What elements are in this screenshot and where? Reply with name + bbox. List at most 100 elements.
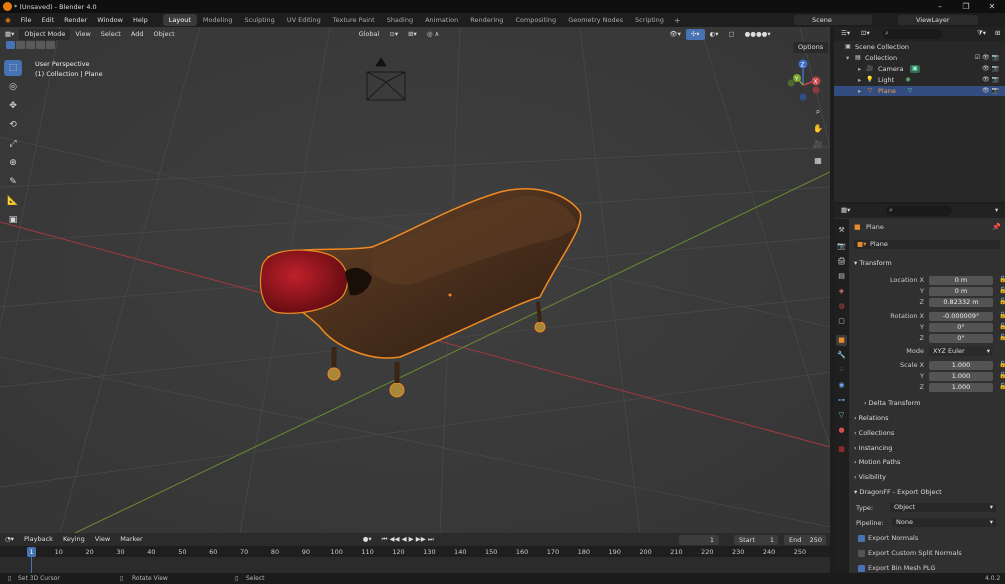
options-button[interactable]: Options (793, 42, 829, 53)
scale-y-field[interactable]: 1.000 (929, 372, 993, 381)
scale-tool-icon[interactable]: ⤢ (4, 136, 22, 152)
scale-x-field[interactable]: 1.000 (929, 361, 993, 370)
shading-mode-icons[interactable]: ●●●●▾ (740, 29, 776, 40)
editor-type-icon[interactable]: ▦▾ (0, 29, 19, 40)
tab-animation[interactable]: Animation (419, 14, 464, 26)
menu-render[interactable]: Render (59, 16, 92, 24)
pin-icon[interactable]: 📌 (992, 223, 1001, 231)
view-layer-selector[interactable]: ViewLayer (898, 15, 978, 25)
tab-shading[interactable]: Shading (381, 14, 419, 26)
lock-icon[interactable]: 🔓 (999, 276, 1005, 283)
lock-icon[interactable]: 🔓 (999, 298, 1005, 305)
delta-transform-panel[interactable]: › Delta Transform (864, 399, 920, 407)
rotation-x-field[interactable]: -0.000009° (929, 312, 993, 321)
dragonff-panel-header[interactable]: ▾ DragonFF - Export Object (854, 488, 942, 496)
start-frame-field[interactable]: Start 1 (734, 535, 778, 545)
collection-tab-icon[interactable]: ▢ (836, 316, 847, 327)
proportional-edit-icon[interactable]: ◎ ∧ (422, 29, 445, 40)
playhead[interactable]: 1 (27, 547, 36, 557)
filter-icon[interactable]: ⧩▾ (972, 28, 991, 39)
rotate-tool-icon[interactable]: ⟲ (4, 117, 22, 133)
collections-panel[interactable]: › Collections (854, 429, 894, 437)
snap-icon[interactable]: ⊞▾ (403, 29, 422, 40)
lock-icon[interactable]: 🔓 (999, 383, 1005, 390)
relations-panel[interactable]: › Relations (854, 414, 889, 422)
expand-chevron-icon[interactable]: ▸ (858, 64, 861, 74)
measure-tool-icon[interactable]: 📐 (4, 193, 22, 209)
outliner-item-camera[interactable]: ▸ 🎥 Camera ▣ 👁 📷 (834, 64, 1005, 74)
lock-icon[interactable]: 🔓 (999, 361, 1005, 368)
expand-chevron-icon[interactable]: ▸ (858, 75, 861, 85)
export-binmesh-checkbox[interactable] (858, 565, 865, 572)
tab-layout[interactable]: Layout (162, 14, 197, 26)
menu-window[interactable]: Window (92, 16, 128, 24)
menu-edit[interactable]: Edit (37, 16, 60, 24)
pivot-icon[interactable]: ⊙▾ (384, 29, 403, 40)
camera-visibility-icons[interactable]: 👁 📷 (982, 64, 999, 74)
expand-chevron-icon[interactable]: ▸ (858, 86, 861, 96)
particles-tab-icon[interactable]: ⁘ (836, 365, 847, 376)
visibility-icon[interactable]: 👁▾ (664, 29, 686, 40)
orientation-selector[interactable]: Global (354, 29, 385, 40)
outliner-scene-collection[interactable]: ▣ Scene Collection (834, 42, 1005, 52)
close-icon[interactable]: ✕ (980, 0, 1004, 13)
lock-icon[interactable]: 🔓 (999, 372, 1005, 379)
outliner-editor-type-icon[interactable]: ☰▾ (836, 28, 855, 39)
object-tab-icon[interactable]: ■ (836, 335, 847, 346)
type-dropdown[interactable]: Object ▾ (890, 503, 996, 512)
add-workspace-icon[interactable]: + (670, 16, 685, 25)
material-tab-icon[interactable]: ● (836, 425, 847, 436)
cursor-tool-icon[interactable]: ◎ (4, 79, 22, 95)
properties-options-icon[interactable]: ▾ (990, 205, 1003, 216)
view-layer-tab-icon[interactable]: ▤ (836, 271, 847, 282)
new-collection-icon[interactable]: ⊞ (990, 28, 1005, 39)
outliner-item-plane[interactable]: ▸ ▽ Plane ▽ 👁 📷 (834, 86, 1005, 96)
outliner[interactable]: ☰▾ ⊡▾ ⌕ ⧩▾ ⊞ ▣ Scene Collection ▾ ▤ Coll… (834, 27, 1005, 202)
tab-sculpting[interactable]: Sculpting (238, 14, 280, 26)
location-x-field[interactable]: 0 m (929, 276, 993, 285)
tab-geometry-nodes[interactable]: Geometry Nodes (562, 14, 629, 26)
outliner-item-light[interactable]: ▸ 💡 Light ◉ 👁 📷 (834, 75, 1005, 85)
pan-hand-icon[interactable]: ✋ (811, 121, 825, 135)
menu-keying[interactable]: Keying (58, 534, 90, 545)
zoom-icon[interactable]: ⌕ (811, 105, 825, 119)
collection-visibility-icons[interactable]: ☑ 👁 📷 (975, 53, 999, 63)
playback-controls-icon[interactable]: ⏮ ◀◀ ◀ ▶ ▶▶ ⏭ (377, 534, 439, 545)
end-frame-field[interactable]: End 250 (784, 535, 826, 545)
visibility-panel[interactable]: › Visibility (854, 473, 886, 481)
properties-editor-type-icon[interactable]: ▦▾ (836, 205, 855, 216)
physics-tab-icon[interactable]: ◉ (836, 380, 847, 391)
plane-visibility-icons[interactable]: 👁 📷 (982, 86, 999, 96)
tab-compositing[interactable]: Compositing (509, 14, 562, 26)
xray-icon[interactable]: ▢ (723, 29, 739, 40)
object-name-field[interactable]: ■▾ Plane (854, 240, 1000, 249)
properties-search-input[interactable]: ⌕ (886, 206, 952, 216)
lock-icon[interactable]: 🔓 (999, 312, 1005, 319)
select-box-tool-icon[interactable]: ⬚ (4, 60, 22, 76)
lock-icon[interactable]: 🔓 (999, 323, 1005, 330)
overlay-toggle-icon[interactable]: ◐▾ (705, 29, 724, 40)
current-frame-field[interactable]: 1 (679, 535, 719, 545)
menu-select[interactable]: Select (96, 29, 126, 40)
blender-menu-icon[interactable]: ◉ (0, 16, 16, 24)
menu-help[interactable]: Help (128, 16, 153, 24)
transform-tool-icon[interactable]: ⊕ (4, 155, 22, 171)
selection-mode-buttons[interactable] (6, 41, 56, 49)
collapse-chevron-icon[interactable]: ▾ (846, 53, 849, 63)
export-split-normals-checkbox[interactable] (858, 550, 865, 557)
transform-panel-header[interactable]: ▾ Transform (854, 259, 892, 267)
location-y-field[interactable]: 0 m (929, 287, 993, 296)
rotation-mode-dropdown[interactable]: XYZ Euler ▾ (929, 347, 993, 356)
move-tool-icon[interactable]: ✥ (4, 98, 22, 114)
tab-rendering[interactable]: Rendering (464, 14, 509, 26)
display-mode-icon[interactable]: ⊡▾ (856, 28, 875, 39)
tab-texture-paint[interactable]: Texture Paint (327, 14, 381, 26)
render-tab-icon[interactable]: 📷 (836, 241, 847, 252)
scene-selector[interactable]: Scene (794, 15, 872, 25)
light-visibility-icons[interactable]: 👁 📷 (982, 75, 999, 85)
scale-z-field[interactable]: 1.000 (929, 383, 993, 392)
instancing-panel[interactable]: › Instancing (854, 444, 892, 452)
3d-viewport[interactable]: ▦▾ Object Mode View Select Add Object Gl… (0, 27, 830, 533)
constraints-tab-icon[interactable]: ⊶ (836, 395, 847, 406)
menu-add[interactable]: Add (126, 29, 149, 40)
